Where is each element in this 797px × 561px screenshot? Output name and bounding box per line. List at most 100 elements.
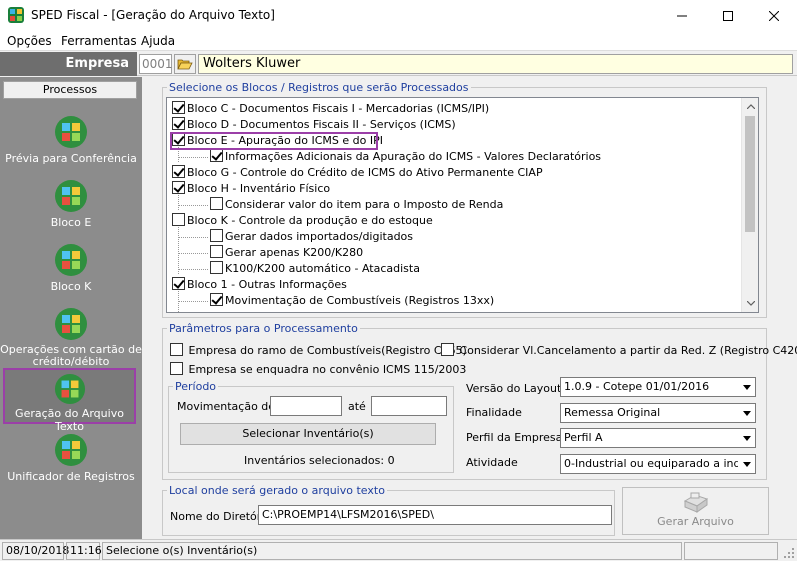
tree-connector — [178, 222, 179, 274]
open-empresa-button[interactable] — [174, 54, 196, 74]
atividade-select[interactable]: 0-Industrial ou equiparado a industrial — [560, 454, 756, 474]
checkbox[interactable] — [172, 181, 185, 194]
finalidade-label: Finalidade — [466, 406, 522, 419]
checkbox[interactable] — [170, 362, 183, 375]
empresa-name-field: Wolters Kluwer — [198, 54, 793, 74]
diretorio-input[interactable]: C:\PROEMP14\LFSM2016\SPED\ — [258, 505, 612, 525]
tree-item-k100-k200[interactable]: K100/K200 automático - Atacadista — [210, 261, 420, 277]
scroll-up-button[interactable] — [742, 98, 758, 115]
empresa-code-field[interactable]: 0001 — [139, 54, 173, 74]
checkbox[interactable] — [170, 343, 183, 356]
tree-item-considerar-ir[interactable]: Considerar valor do item para o Imposto … — [210, 197, 503, 213]
tree-item-bloco-d[interactable]: Bloco D - Documentos Fiscais II - Serviç… — [172, 117, 456, 133]
checkbox[interactable] — [172, 277, 185, 290]
tree-item-label: Bloco 1 - Outras Informações — [187, 278, 347, 291]
scroll-thumb[interactable] — [745, 116, 755, 232]
status-bar: 08/10/2018 11:16 Selecione o(s) Inventár… — [0, 539, 797, 561]
perfil-select[interactable]: Perfil A — [560, 428, 756, 448]
tree-item-k200-k280[interactable]: Gerar apenas K200/K280 — [210, 245, 363, 261]
convenio-checkbox[interactable]: Empresa se enquadra no convênio ICMS 115… — [170, 362, 466, 376]
checkbox[interactable] — [172, 101, 185, 114]
tree-item-gerar-importados[interactable]: Gerar dados importados/digitados — [210, 229, 413, 245]
tree-connector — [178, 237, 208, 238]
scroll-down-button[interactable] — [742, 295, 758, 312]
ate-label: até — [348, 400, 366, 413]
checkbox[interactable] — [172, 213, 185, 226]
checkbox[interactable] — [172, 165, 185, 178]
sidebar-item-previa[interactable]: Prévia para Conferência — [0, 115, 142, 165]
checkbox[interactable] — [210, 261, 223, 274]
sidebar-item-label: Bloco E — [50, 216, 92, 229]
tree-item-combustiveis[interactable]: Movimentação de Combustíveis (Registros … — [210, 293, 494, 309]
minimize-button[interactable] — [659, 0, 705, 31]
highlight-annotation — [170, 132, 378, 150]
finalidade-value: Remessa Original — [564, 406, 661, 419]
status-message: Selecione o(s) Inventário(s) — [102, 542, 682, 560]
sidebar-item-bloco-e[interactable]: Bloco E — [0, 179, 142, 229]
tree-item-bloco-h[interactable]: Bloco H - Inventário Físico — [172, 181, 330, 197]
checkbox[interactable] — [210, 149, 223, 162]
title-bar: SPED Fiscal - [Geração do Arquivo Texto] — [0, 0, 797, 31]
empresa-bar: Empresa 0001 Wolters Kluwer — [0, 52, 797, 76]
chevron-down-icon — [746, 301, 755, 306]
dropdown-button[interactable] — [738, 429, 755, 447]
checkbox[interactable] — [210, 197, 223, 210]
atividade-value: 0-Industrial ou equiparado a industrial — [564, 457, 756, 470]
sped-globe-icon — [55, 244, 87, 276]
checkbox[interactable] — [172, 117, 185, 130]
sidebar-item-unificador[interactable]: Unificador de Registros — [0, 433, 142, 483]
sidebar-header: Processos — [3, 81, 137, 99]
tree-item-label: Bloco G - Controle do Crédito de ICMS do… — [187, 166, 543, 179]
maximize-button[interactable] — [705, 0, 751, 31]
chevron-down-icon — [742, 410, 751, 416]
tree-connector — [178, 205, 208, 206]
tree-item-label: Gerar apenas K200/K280 — [225, 246, 364, 259]
checkbox[interactable] — [441, 343, 454, 356]
selecionar-inventario-button[interactable]: Selecionar Inventário(s) — [180, 423, 436, 445]
chevron-up-icon — [746, 104, 755, 109]
tree-item-label: Bloco C - Documentos Fiscais I - Mercado… — [187, 102, 490, 115]
checkbox[interactable] — [210, 293, 223, 306]
chevron-down-icon — [742, 435, 751, 441]
disk-icon — [683, 492, 708, 513]
menu-opcoes[interactable]: Opções — [7, 34, 52, 48]
sidebar-item-cartao[interactable]: Operações com cartão de crédito/débito — [0, 307, 142, 368]
menu-ajuda[interactable]: Ajuda — [141, 34, 175, 48]
gerar-arquivo-button[interactable]: Gerar Arquivo — [622, 487, 769, 535]
tree-item-bloco-c[interactable]: Bloco C - Documentos Fiscais I - Mercado… — [172, 101, 489, 117]
sidebar-item-bloco-k[interactable]: Bloco K — [0, 243, 142, 293]
dropdown-button[interactable] — [738, 455, 755, 473]
versao-select[interactable]: 1.0.9 - Cotepe 01/01/2016 — [560, 377, 756, 397]
tree-item-label: Informações Adicionais da Apuração do IC… — [225, 150, 602, 163]
tree-connector — [178, 253, 208, 254]
local-legend: Local onde será gerado o arquivo texto — [169, 484, 385, 497]
gerar-arquivo-label: Gerar Arquivo — [657, 515, 734, 528]
sidebar-item-label: Bloco K — [50, 280, 92, 293]
processos-sidebar: Processos Prévia para Conferência Bloco … — [0, 77, 142, 539]
tree-item-label: Movimentação de Combustíveis (Registros … — [225, 294, 495, 307]
mov-to-input[interactable] — [371, 396, 447, 416]
dropdown-button[interactable] — [738, 378, 755, 396]
empresa-label: Empresa — [0, 52, 137, 76]
checkbox-label: Considerar Vl.Cancelamento a partir da R… — [459, 344, 797, 357]
minimize-icon — [677, 15, 687, 16]
dropdown-button[interactable] — [738, 404, 755, 422]
diretorio-label: Nome do Diretório — [170, 510, 272, 523]
tree-scrollbar[interactable] — [741, 98, 758, 312]
tree-item-bloco-g[interactable]: Bloco G - Controle do Crédito de ICMS do… — [172, 165, 543, 181]
sidebar-item-geracao[interactable]: Geração do Arquivo Texto — [3, 368, 136, 433]
tree-item-info-adicionais[interactable]: Informações Adicionais da Apuração do IC… — [210, 149, 601, 165]
tree-item-label: Bloco D - Documentos Fiscais II - Serviç… — [187, 118, 456, 131]
checkbox[interactable] — [210, 229, 223, 242]
tree-item-bloco-1[interactable]: Bloco 1 - Outras Informações — [172, 277, 347, 293]
tree-item-bloco-k[interactable]: Bloco K - Controle da produção e do esto… — [172, 213, 433, 229]
close-button[interactable] — [751, 0, 797, 31]
cancelamento-checkbox[interactable]: Considerar Vl.Cancelamento a partir da R… — [441, 343, 797, 357]
menu-ferramentas[interactable]: Ferramentas — [61, 34, 137, 48]
resize-grip-icon[interactable] — [783, 547, 795, 559]
atividade-label: Atividade — [466, 456, 518, 469]
mov-from-input[interactable] — [270, 396, 342, 416]
finalidade-select[interactable]: Remessa Original — [560, 403, 756, 423]
checkbox[interactable] — [210, 245, 223, 258]
combustiveis-checkbox[interactable]: Empresa do ramo de Combustíveis(Registro… — [170, 343, 467, 357]
